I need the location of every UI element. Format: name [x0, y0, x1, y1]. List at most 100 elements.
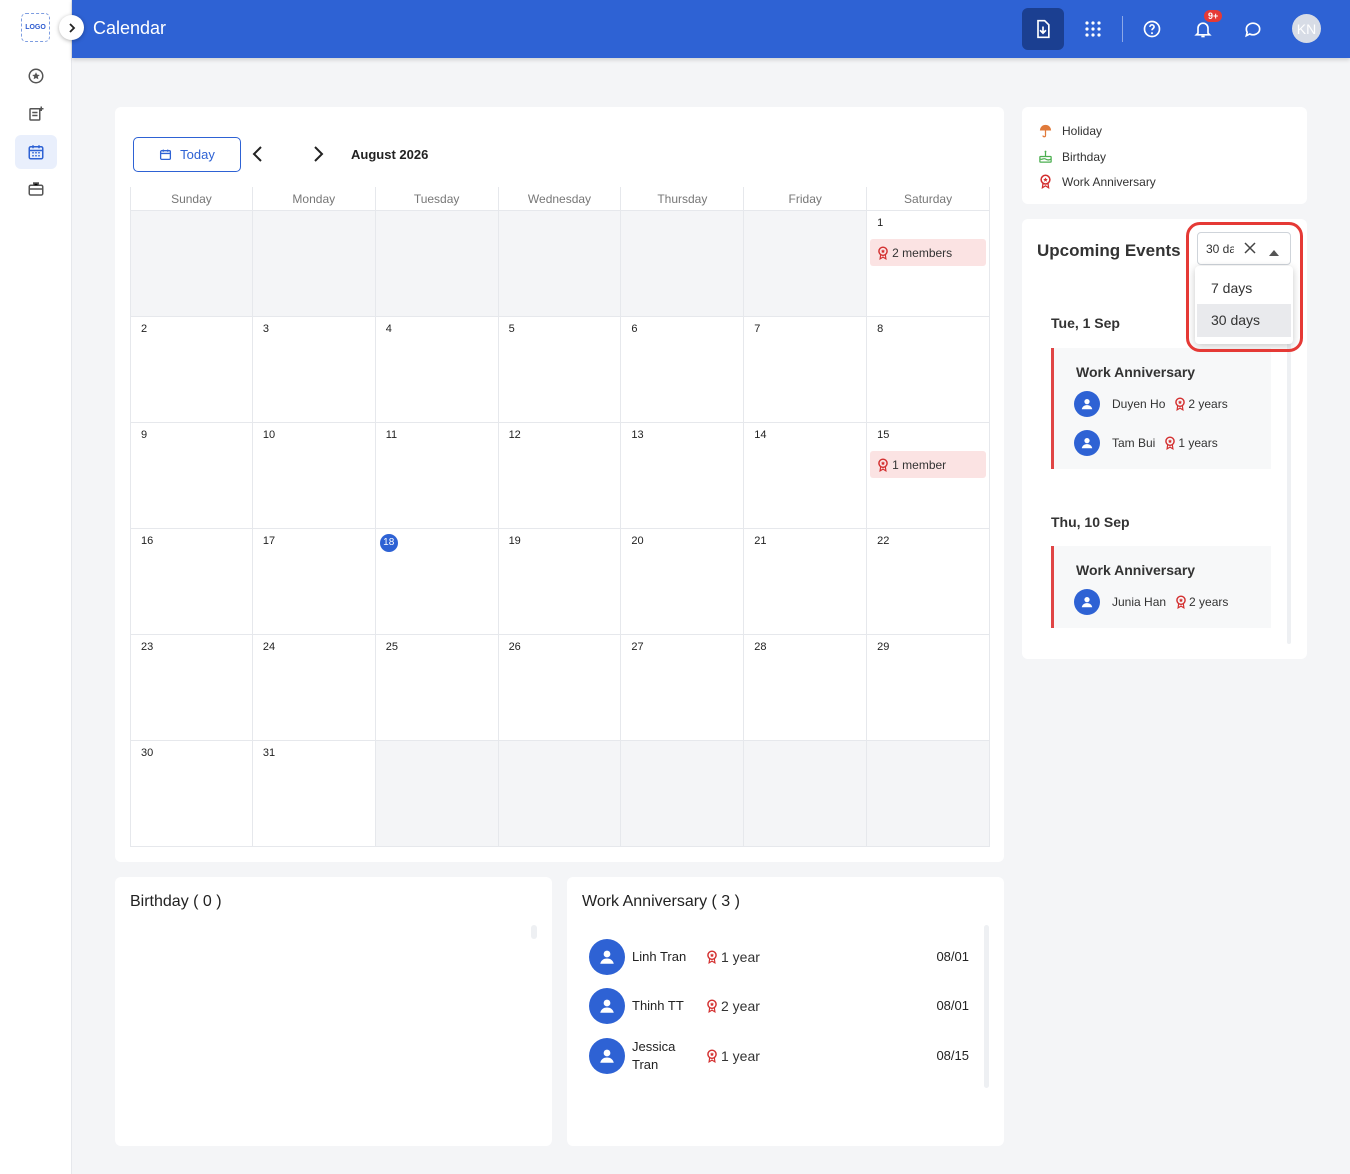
notifications-button[interactable]: 9+	[1182, 8, 1224, 50]
person-years: 2 years	[1173, 397, 1228, 411]
date-number: 27	[631, 641, 644, 653]
day-cell[interactable]: 16	[130, 529, 253, 635]
day-cell[interactable]: 31	[252, 741, 376, 847]
day-cell[interactable]: 1 2 members	[867, 211, 990, 317]
caret-up-icon[interactable]	[1269, 245, 1279, 259]
option-30-days[interactable]: 30 days	[1197, 304, 1291, 337]
day-cell[interactable]: 30	[130, 741, 253, 847]
scrollbar[interactable]	[531, 925, 537, 939]
day-cell[interactable]: 15 1 member	[867, 423, 990, 529]
anniversary-row[interactable]: Thinh TT 2 year 08/01	[589, 988, 969, 1024]
calendar-icon[interactable]	[15, 135, 57, 169]
day-cell[interactable]: 17	[252, 529, 376, 635]
help-button[interactable]	[1131, 8, 1173, 50]
day-cell[interactable]: 22	[867, 529, 990, 635]
notification-badge: 9+	[1204, 10, 1223, 22]
day-cell[interactable]: 12	[498, 423, 622, 529]
scrollbar[interactable]	[1287, 299, 1291, 644]
weeks: 12 members 2 3 4 5 6 7 8 9 10 11 12 13 14 15 1 member 16…	[130, 211, 990, 847]
day-cell[interactable]: 24	[252, 635, 376, 741]
date-number: 1	[877, 217, 884, 229]
apps-button[interactable]	[1072, 8, 1114, 50]
star-circle-icon[interactable]	[22, 62, 50, 90]
day-cell[interactable]: 26	[498, 635, 622, 741]
day-cell[interactable]: 9	[130, 423, 253, 529]
next-month-button[interactable]	[308, 144, 328, 164]
day-cell[interactable]: 4	[375, 317, 499, 423]
legend-birthday-label: Birthday	[1062, 149, 1107, 164]
day-cell[interactable]: 7	[744, 317, 868, 423]
anniversary-row[interactable]: Jessica Tran 1 year 08/15	[589, 1038, 969, 1074]
day-cell[interactable]: 3	[252, 317, 376, 423]
day-cell[interactable]: 6	[621, 317, 745, 423]
person-years: 1 year	[705, 1048, 760, 1064]
day-cell[interactable]: 29	[867, 635, 990, 741]
date-number: 16	[141, 535, 154, 547]
today-label: Today	[180, 147, 215, 162]
day-cell[interactable]: 8	[867, 317, 990, 423]
date-number: 31	[262, 747, 276, 759]
legend-card: Holiday Birthday Work Anniversary	[1022, 107, 1307, 204]
day-cell[interactable]: 19	[498, 529, 622, 635]
day-cell[interactable]: 21	[744, 529, 868, 635]
day-cell[interactable]: 20	[621, 529, 745, 635]
today-button[interactable]: Today	[133, 137, 241, 172]
event-chip-label: 2 members	[892, 245, 953, 260]
date-number: 28	[754, 641, 767, 653]
date-number: 11	[385, 429, 398, 441]
day-cell[interactable]: 23	[130, 635, 253, 741]
event-chip-label: 1 member	[892, 457, 947, 472]
day-cell[interactable]: 11	[375, 423, 499, 529]
day-cell[interactable]: 25	[375, 635, 499, 741]
day-cell[interactable]: 14	[744, 423, 868, 529]
day-cell[interactable]: 13	[621, 423, 745, 529]
person-icon	[600, 950, 614, 964]
month-grid: Sunday Monday Tuesday Wednesday Thursday Frid…	[130, 187, 990, 847]
date-number: 2	[141, 323, 148, 335]
calendar-event-chip[interactable]: 2 members	[870, 239, 986, 266]
rail-toggle-button[interactable]	[59, 15, 84, 40]
day-cell[interactable]: 10	[252, 423, 376, 529]
day-cell[interactable]: 27	[621, 635, 745, 741]
person-avatar	[589, 939, 625, 975]
person-years: 1 year	[705, 949, 760, 965]
scrollbar[interactable]	[984, 925, 989, 1088]
weekday-label: Tuesday	[376, 187, 499, 211]
briefcase-icon[interactable]	[22, 175, 50, 203]
upcoming-date: Thu, 10 Sep	[1051, 514, 1130, 530]
years-label: 2 year	[721, 998, 760, 1014]
date-number: 9	[141, 429, 148, 441]
date-number: 20	[631, 535, 644, 547]
user-avatar[interactable]: KN	[1292, 14, 1321, 43]
day-cell-empty	[498, 741, 622, 847]
date-number: 15	[877, 429, 890, 441]
date-number: 13	[631, 429, 644, 441]
day-cell-empty	[498, 211, 622, 317]
chat-button[interactable]	[1232, 8, 1274, 50]
award-icon	[707, 950, 717, 964]
anniversary-row[interactable]: Linh Tran 1 year 08/01	[589, 939, 969, 975]
range-select[interactable]: 30 days	[1197, 232, 1291, 265]
calendar-event-chip[interactable]: 1 member	[870, 451, 986, 478]
day-cell-empty	[375, 741, 499, 847]
logo[interactable]: LOGO	[21, 13, 50, 42]
date-number: 10	[262, 429, 276, 441]
person-name: Tam Bui	[1112, 436, 1156, 450]
person-years: 2 years	[1174, 595, 1228, 609]
event-person: Junia Han 2 years	[1074, 589, 1228, 615]
day-cell[interactable]: 28	[744, 635, 868, 741]
note-add-icon[interactable]	[22, 100, 50, 128]
option-7-days[interactable]: 7 days	[1197, 272, 1291, 305]
legend-holiday-label: Holiday	[1062, 123, 1103, 138]
event-card[interactable]: Work Anniversary Duyen Ho 2 years Tam Bu…	[1051, 348, 1271, 469]
clear-button[interactable]	[1244, 242, 1256, 257]
prev-month-button[interactable]	[248, 144, 268, 164]
day-cell[interactable]: 2	[130, 317, 253, 423]
legend-anniversary-label: Work Anniversary	[1062, 174, 1156, 189]
event-card[interactable]: Work Anniversary Junia Han 2 years	[1051, 546, 1271, 628]
day-cell[interactable]: 18	[375, 529, 499, 635]
date-number: 25	[385, 641, 398, 653]
export-button[interactable]	[1022, 8, 1064, 50]
date-number: 19	[508, 535, 521, 547]
day-cell[interactable]: 5	[498, 317, 622, 423]
